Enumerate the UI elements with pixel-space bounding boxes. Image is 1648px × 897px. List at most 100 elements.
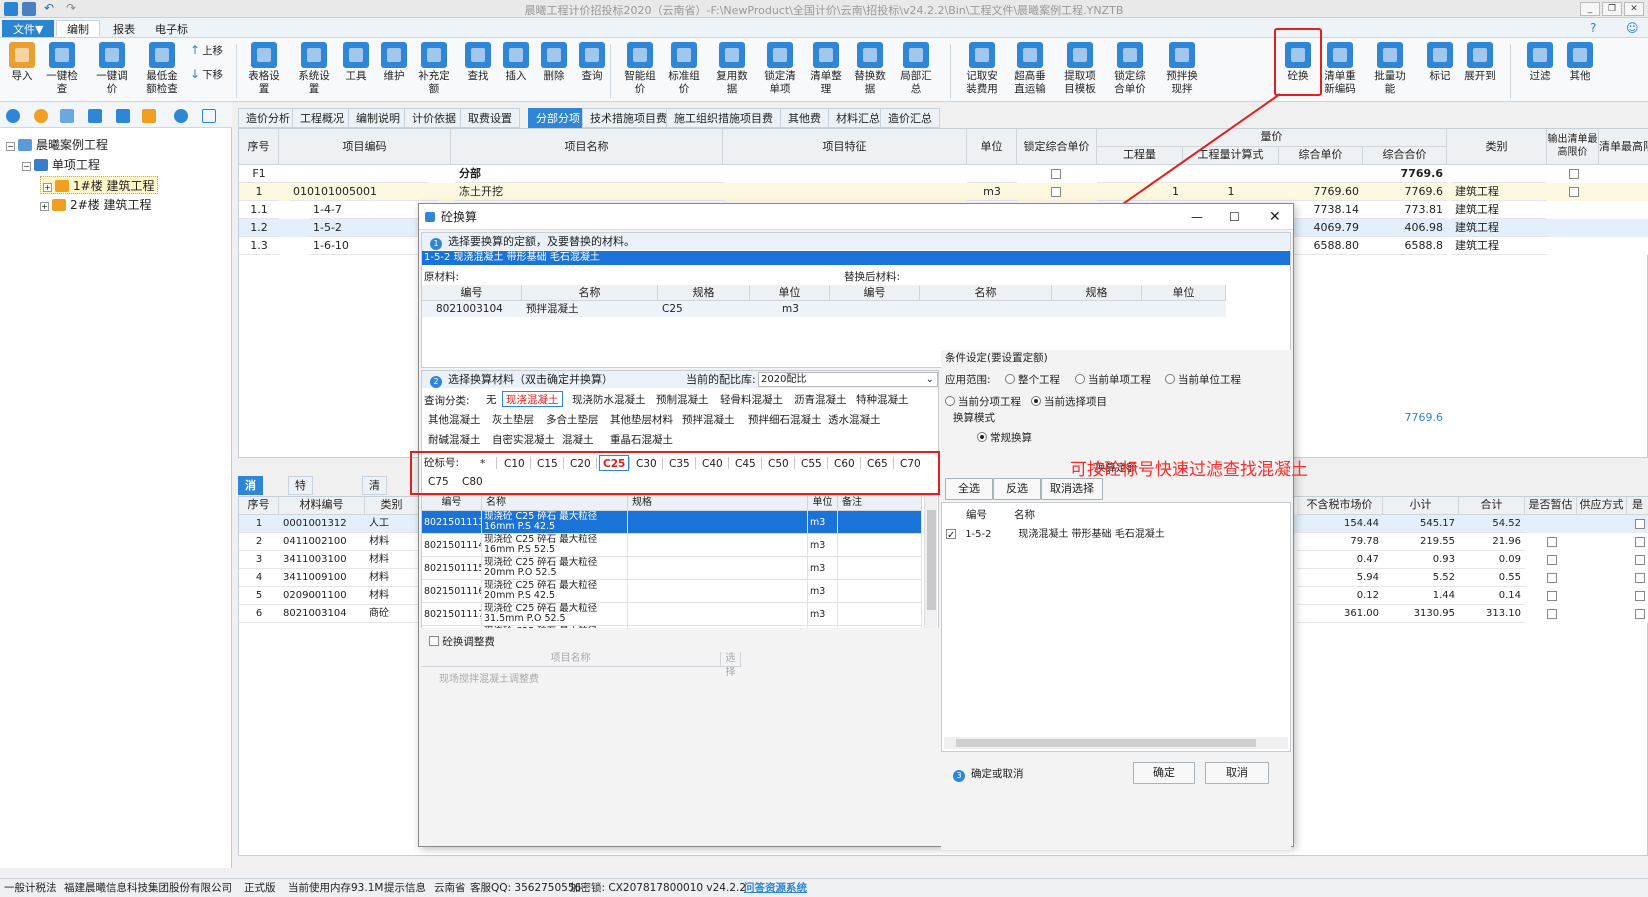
grade-chip-C35[interactable]: C35 xyxy=(665,455,694,471)
flag-checkbox[interactable] xyxy=(1635,609,1645,619)
grade-chip-C70[interactable]: C70 xyxy=(896,455,925,471)
minimize-button[interactable]: _ xyxy=(1580,2,1600,16)
grade-chip-C10[interactable]: C10 xyxy=(500,455,529,471)
category-chip-15[interactable]: 自密实混凝土 xyxy=(488,431,559,447)
table-row[interactable]: 1 010101005001 冻土开挖 m3 1 1 7769.60 7769.6 建筑工程 xyxy=(239,183,1648,201)
scope-single[interactable]: 当前单项工程 xyxy=(1075,372,1151,387)
category-chip-17[interactable]: 重晶石混凝土 xyxy=(606,431,677,447)
adjust-fee-row[interactable]: 砼换调整费 xyxy=(429,634,495,649)
user-icon[interactable]: ☺ xyxy=(1626,21,1639,35)
ribbon-btn-3[interactable]: 最低金额检查 xyxy=(142,42,182,96)
ribbon-btn-24[interactable]: 提取项目模板 xyxy=(1060,42,1100,96)
category-chip-16[interactable]: 混凝土 xyxy=(558,431,598,447)
ribbon-btn-7[interactable]: 系统设置 xyxy=(294,42,334,96)
selected-quota-row[interactable]: 1-5-2 现浇混凝土 带形基础 毛石混凝土 xyxy=(422,251,1290,265)
move-up-icon[interactable] xyxy=(116,109,130,123)
flag-checkbox[interactable] xyxy=(1635,573,1645,583)
output-checkbox[interactable] xyxy=(1569,169,1579,179)
category-chip-2[interactable]: 现浇防水混凝土 xyxy=(568,391,650,407)
ribbon-btn-17[interactable]: 复用数据 xyxy=(712,42,752,96)
ribbon-btn-6[interactable]: 表格设置 xyxy=(244,42,284,96)
flag-checkbox[interactable] xyxy=(1635,537,1645,547)
grade-chip-C40[interactable]: C40 xyxy=(698,455,727,471)
tab-9[interactable]: 材料汇总 xyxy=(828,108,888,128)
flag-checkbox[interactable] xyxy=(1635,519,1645,529)
flag-checkbox[interactable] xyxy=(1635,555,1645,565)
menu-edit[interactable]: 编制 xyxy=(56,20,100,37)
adjust-fee-checkbox[interactable] xyxy=(429,636,439,646)
cancel-button[interactable]: 取消 xyxy=(1205,762,1269,784)
edit-icon[interactable] xyxy=(60,109,74,123)
mode-normal[interactable]: 常规换算 xyxy=(977,430,1032,445)
tree-node-building-2[interactable]: +2#楼 建筑工程 xyxy=(40,196,152,214)
tree-node-building-1[interactable]: +1#楼 建筑工程 xyxy=(40,176,158,194)
grade-chip-C60[interactable]: C60 xyxy=(830,455,859,471)
invert-select-button[interactable]: 反选 xyxy=(993,478,1041,500)
restore-button[interactable]: ❐ xyxy=(1602,2,1622,16)
select-all-button[interactable]: 全选 xyxy=(945,478,993,500)
category-chip-4[interactable]: 轻骨料混凝土 xyxy=(716,391,787,407)
tab-6[interactable]: 技术措施项目费 xyxy=(582,108,675,128)
bcol-price[interactable]: 不含税市场价 xyxy=(1297,497,1383,515)
list-item[interactable]: 8021501113 现浇砼 C25 碎石 最大粒径16mm P.S 42.5 m3 xyxy=(422,511,922,534)
add-icon[interactable] xyxy=(6,109,20,123)
tab-10[interactable]: 造价汇总 xyxy=(880,108,940,128)
category-chip-13[interactable]: 透水混凝土 xyxy=(824,411,885,427)
scope-item[interactable]: 当前分项工程 xyxy=(945,394,1021,409)
dialog-close[interactable]: ✕ xyxy=(1269,204,1281,230)
ribbon-btn-5[interactable]: ↓ 下移 xyxy=(190,68,232,82)
output-checkbox[interactable] xyxy=(1569,187,1579,197)
orig-material-row[interactable]: 8021003104 预拌混凝土 C25 m3 xyxy=(422,301,1226,317)
grade-chip-C25[interactable]: C25 xyxy=(599,455,630,471)
grade-chip-C45[interactable]: C45 xyxy=(731,455,760,471)
bcol-estimate[interactable]: 是否暂估 xyxy=(1525,497,1577,515)
gear-icon[interactable] xyxy=(174,109,188,123)
close-button[interactable]: ✕ xyxy=(1624,2,1644,16)
ribbon-btn-21[interactable]: 局部汇总 xyxy=(896,42,936,96)
bcol-sum[interactable]: 合计 xyxy=(1459,497,1525,515)
ribbon-btn-23[interactable]: 超高垂直运输 xyxy=(1010,42,1050,96)
quota-hscroll[interactable] xyxy=(944,737,1288,749)
quota-checkbox[interactable]: ✓ xyxy=(946,529,956,541)
grade-chip-C55[interactable]: C55 xyxy=(797,455,826,471)
ok-button[interactable]: 确定 xyxy=(1133,762,1195,784)
tab-4[interactable]: 取费设置 xyxy=(460,108,520,128)
ribbon-btn-9[interactable]: 维护 xyxy=(374,42,414,83)
ribbon-btn-25[interactable]: 锁定综合单价 xyxy=(1110,42,1150,96)
estimate-checkbox[interactable] xyxy=(1547,537,1557,547)
grade-chip-*[interactable]: * xyxy=(476,455,489,471)
ribbon-btn-2[interactable]: 一键调价 xyxy=(92,42,132,96)
ribbon-btn-1[interactable]: 一键检查 xyxy=(42,42,82,96)
tree-node-single[interactable]: − 单项工程 xyxy=(22,156,100,174)
help-icon[interactable]: ? xyxy=(1590,21,1596,35)
category-chip-1[interactable]: 现浇混凝土 xyxy=(502,391,563,407)
ribbon-btn-32[interactable]: 过滤 xyxy=(1520,42,1560,83)
tab-7[interactable]: 施工组织措施项目费 xyxy=(666,108,781,128)
home-icon[interactable] xyxy=(142,109,156,123)
menu-bid[interactable]: 电子标 xyxy=(144,20,199,37)
col-total[interactable]: 综合合价 xyxy=(1363,147,1447,165)
col-unit-price[interactable]: 综合单价 xyxy=(1279,147,1363,165)
table-row[interactable]: F1 分部 7769.6 xyxy=(239,165,1648,183)
col-output[interactable]: 输出清单最高限价 xyxy=(1547,129,1599,165)
grade-chip-C15[interactable]: C15 xyxy=(533,455,562,471)
tab-list-nav[interactable]: 清单导航 xyxy=(362,476,387,546)
tab-8[interactable]: 其他费 xyxy=(780,108,829,128)
ratio-select[interactable]: 2020配比 ⌄ xyxy=(758,372,938,387)
bcol-cat[interactable]: 类别 xyxy=(365,497,419,515)
category-chip-8[interactable]: 灰土垫层 xyxy=(488,411,538,427)
tab-0[interactable]: 造价分析 xyxy=(238,108,298,128)
ribbon-btn-33[interactable]: 其他 xyxy=(1560,42,1600,83)
ribbon-btn-22[interactable]: 记取安装费用 xyxy=(962,42,1002,96)
lock-checkbox[interactable] xyxy=(1051,169,1061,179)
ribbon-btn-30[interactable]: 标记 xyxy=(1420,42,1460,83)
ribbon-btn-10[interactable]: 补充定额 xyxy=(414,42,454,96)
category-chip-11[interactable]: 预拌混凝土 xyxy=(678,411,739,427)
ribbon-btn-18[interactable]: 锁定清单项 xyxy=(760,42,800,96)
help-link[interactable]: 问答资源系统 xyxy=(744,879,807,897)
tree-node-root[interactable]: − 晨曦案例工程 xyxy=(6,136,108,154)
deselect-button[interactable]: 取消选择 xyxy=(1041,478,1103,500)
list-item[interactable]: 8021501114 现浇砼 C25 碎石 最大粒径16mm P.S 52.5 m3 xyxy=(422,534,922,557)
category-chip-10[interactable]: 其他垫层材料 xyxy=(606,411,677,427)
estimate-checkbox[interactable] xyxy=(1547,573,1557,583)
